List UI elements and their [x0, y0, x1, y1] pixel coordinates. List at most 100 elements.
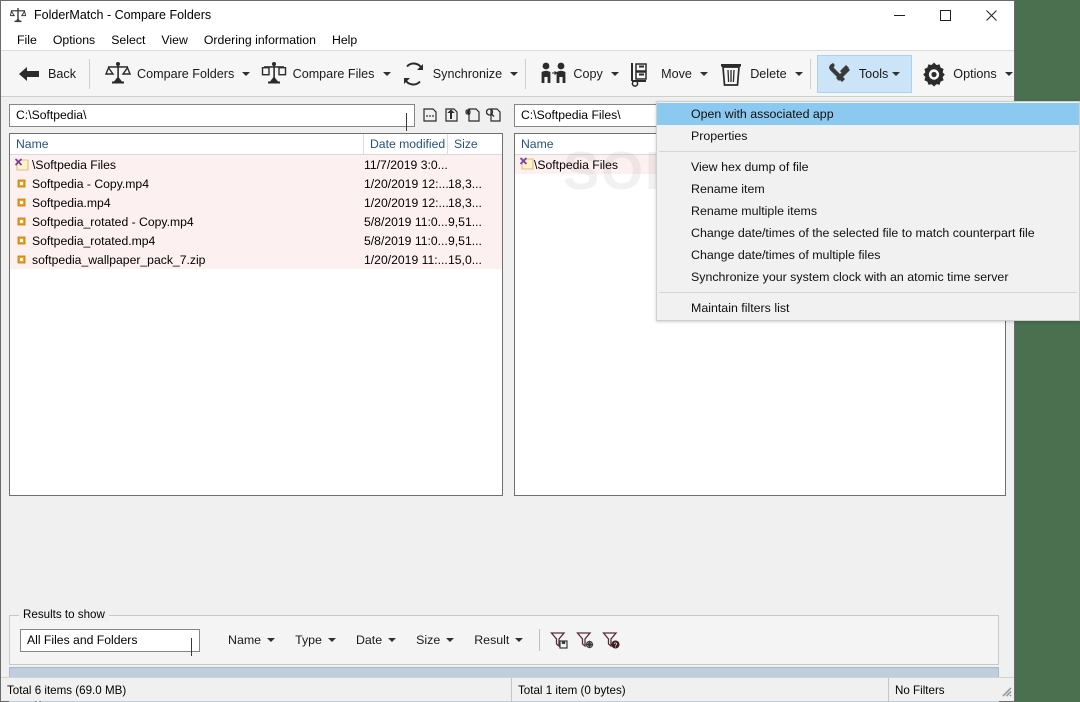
- synchronize-button[interactable]: Synchronize: [392, 55, 509, 93]
- left-pane: C:\Softpedia\ Name Date modified Size \S…: [9, 103, 503, 496]
- row-size-cell: 18,3...: [448, 176, 482, 191]
- menu-bar: File Options Select View Ordering inform…: [1, 29, 1014, 51]
- compare-folders-button[interactable]: Compare Folders: [96, 55, 241, 93]
- hammer-wrench-icon: [825, 60, 855, 88]
- table-row[interactable]: Softpedia - Copy.mp4 1/20/2019 12:... 18…: [10, 174, 502, 193]
- menu-item-rename-multiple-items[interactable]: Rename multiple items: [657, 200, 1079, 222]
- menu-select[interactable]: Select: [103, 31, 153, 49]
- row-date-cell: 5/8/2019 11:0...: [364, 214, 448, 229]
- menu-options[interactable]: Options: [45, 31, 103, 49]
- row-name-cell: Softpedia_rotated.mp4: [10, 234, 364, 248]
- menu-item-change-datetimes-multiple[interactable]: Change date/times of multiple files: [657, 244, 1079, 266]
- compare-files-dropdown-arrow[interactable]: [381, 55, 391, 93]
- table-row[interactable]: Softpedia_rotated - Copy.mp4 5/8/2019 11…: [10, 212, 502, 231]
- delete-button[interactable]: Delete: [709, 55, 793, 93]
- move-button[interactable]: Move: [620, 55, 699, 93]
- filter-criteria-result[interactable]: Result: [464, 633, 533, 647]
- main-toolbar: Back Compare Folders Compare Files Synch…: [1, 51, 1014, 97]
- menu-item-open-with-associated-app[interactable]: Open with associated app: [657, 103, 1079, 125]
- chevron-down-icon: [267, 638, 276, 642]
- column-header-size[interactable]: Size: [448, 134, 502, 154]
- menu-item-maintain-filters-list[interactable]: Maintain filters list: [657, 297, 1079, 319]
- column-header-name[interactable]: Name: [10, 134, 364, 154]
- row-date-cell: 5/8/2019 11:0...: [364, 233, 448, 248]
- move-dropdown-arrow[interactable]: [699, 55, 709, 93]
- menu-item-view-hex-dump[interactable]: View hex dump of file: [657, 156, 1079, 178]
- filter-criteria-type[interactable]: Type: [285, 633, 346, 647]
- menu-item-change-datetimes-selected[interactable]: Change date/times of the selected file t…: [657, 222, 1079, 244]
- row-name-text: \Softpedia Files: [534, 157, 619, 172]
- back-label: Back: [48, 66, 76, 81]
- synchronize-label: Synchronize: [432, 66, 503, 81]
- synchronize-dropdown-arrow[interactable]: [509, 55, 519, 93]
- right-path-text: C:\Softpedia Files\: [521, 108, 621, 122]
- chevron-down-icon: [406, 112, 407, 131]
- minimize-icon[interactable]: [876, 1, 922, 29]
- filter-criteria-name[interactable]: Name: [218, 633, 285, 647]
- balance-scale-icon: [103, 60, 133, 88]
- status-filters-text: No Filters: [895, 683, 945, 697]
- copy-dropdown-arrow[interactable]: [610, 55, 620, 93]
- delete-dropdown-arrow[interactable]: [794, 55, 804, 93]
- new-folder-icon[interactable]: [461, 104, 482, 126]
- row-name-text: \Softpedia Files: [32, 157, 117, 172]
- title-bar: FolderMatch - Compare Folders: [1, 1, 1014, 29]
- chevron-down-icon: [327, 638, 336, 642]
- menu-file[interactable]: File: [9, 31, 45, 49]
- funnel-settings-icon[interactable]: [572, 627, 598, 653]
- row-size-cell: 9,51...: [448, 233, 482, 248]
- tools-button[interactable]: Tools: [816, 54, 913, 93]
- compare-folders-dropdown-arrow[interactable]: [241, 55, 251, 93]
- filter-criteria-date[interactable]: Date: [346, 633, 406, 647]
- left-path-combo[interactable]: C:\Softpedia\: [9, 103, 415, 131]
- file-icon: [15, 253, 32, 266]
- compare-files-button[interactable]: Compare Files: [252, 55, 382, 93]
- desktop-background: FolderMatch - Compare Folders File Optio…: [0, 0, 1080, 702]
- table-row[interactable]: Softpedia.mp4 1/20/2019 12:... 18,3...: [10, 193, 502, 212]
- two-people-icon: [539, 60, 569, 88]
- hand-truck-icon: [627, 60, 657, 88]
- copy-button[interactable]: Copy: [532, 55, 609, 93]
- column-header-date-modified[interactable]: Date modified: [364, 134, 448, 154]
- row-name-text: Softpedia.mp4: [32, 195, 111, 210]
- funnel-help-icon[interactable]: ?: [598, 627, 624, 653]
- back-button[interactable]: Back: [7, 55, 83, 93]
- maximize-icon[interactable]: [922, 1, 968, 29]
- resize-grip-icon[interactable]: [998, 683, 1012, 700]
- options-button[interactable]: Options: [912, 55, 1003, 93]
- results-filter-select[interactable]: All Files and Folders: [20, 628, 200, 656]
- filter-criteria-size[interactable]: Size: [406, 633, 464, 647]
- compare-files-label: Compare Files: [292, 66, 375, 81]
- table-row[interactable]: softpedia_wallpaper_pack_7.zip 1/20/2019…: [10, 250, 502, 269]
- funnel-save-icon[interactable]: [546, 627, 572, 653]
- table-row[interactable]: Softpedia_rotated.mp4 5/8/2019 11:0... 9…: [10, 231, 502, 250]
- filter-criteria-result-label: Result: [474, 633, 510, 647]
- copy-label: Copy: [573, 66, 603, 81]
- row-date-cell: 1/20/2019 11:...: [364, 252, 448, 267]
- trash-can-icon: [716, 60, 746, 88]
- parent-folder-icon[interactable]: [440, 104, 461, 126]
- filter-criteria-name-label: Name: [228, 633, 262, 647]
- gear-icon: [919, 60, 949, 88]
- toolbar-separator: [525, 58, 527, 89]
- left-file-list[interactable]: Name Date modified Size \Softpedia Files…: [9, 133, 503, 496]
- options-dropdown-arrow[interactable]: [1004, 55, 1014, 93]
- results-group-legend: Results to show: [19, 608, 109, 621]
- find-folder-icon[interactable]: [482, 104, 503, 126]
- tools-label: Tools: [858, 66, 889, 81]
- browse-folder-icon[interactable]: [419, 104, 440, 126]
- file-icon: [15, 196, 32, 209]
- chevron-down-icon: [515, 638, 524, 642]
- row-name-cell: softpedia_wallpaper_pack_7.zip: [10, 253, 364, 267]
- table-row[interactable]: \Softpedia Files 11/7/2019 3:0...: [10, 155, 502, 174]
- menu-help[interactable]: Help: [324, 31, 365, 49]
- tools-dropdown-arrow[interactable]: [888, 55, 904, 93]
- menu-ordering-information[interactable]: Ordering information: [196, 31, 324, 49]
- close-icon[interactable]: [968, 1, 1014, 29]
- arrow-left-icon: [14, 60, 44, 88]
- menu-view[interactable]: View: [153, 31, 195, 49]
- status-filters: No Filters: [889, 678, 1014, 702]
- menu-item-rename-item[interactable]: Rename item: [657, 178, 1079, 200]
- menu-item-synchronize-system-clock[interactable]: Synchronize your system clock with an at…: [657, 266, 1079, 288]
- menu-item-properties[interactable]: Properties: [657, 125, 1079, 147]
